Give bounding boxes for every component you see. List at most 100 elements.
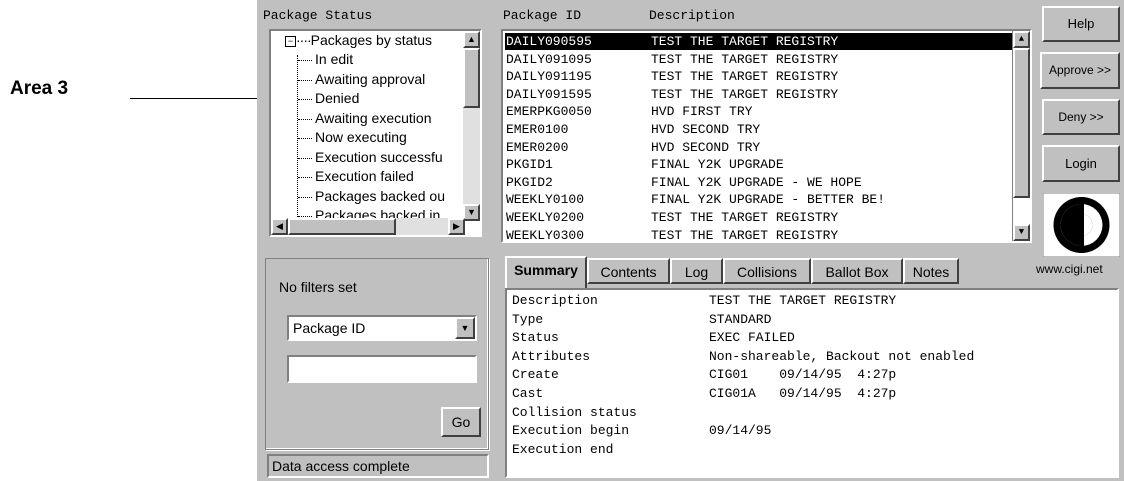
tree-horizontal-scrollbar[interactable]: ◀ ▶: [271, 218, 465, 235]
summary-value: CIG01A 09/14/95 4:27p: [709, 386, 897, 401]
summary-label: Attributes: [512, 348, 591, 364]
package-row[interactable]: DAILY090595 TEST THE TARGET REGISTRY: [505, 33, 1012, 50]
package-row[interactable]: WEEKLY0300 TEST THE TARGET REGISTRY: [505, 227, 1012, 243]
package-id: EMERPKG0050: [506, 104, 592, 120]
cigi-logo-icon: [1042, 192, 1121, 258]
summary-label: Cast: [512, 386, 544, 401]
help-button[interactable]: Help: [1042, 6, 1120, 42]
tree-item[interactable]: In edit: [315, 51, 353, 67]
filter-panel: No filters set Package ID ▼ Go: [265, 258, 489, 450]
tab-ballot-box[interactable]: Ballot Box: [811, 258, 903, 284]
package-id: EMER0200: [506, 139, 569, 155]
tree-item[interactable]: Denied: [315, 90, 359, 106]
package-status-tree[interactable]: − ····Packages by status In edit Awaiting …: [269, 29, 482, 237]
scroll-down-icon[interactable]: ▼: [463, 204, 480, 221]
tree-branch-line: [298, 118, 312, 120]
package-description: FINAL Y2K UPGRADE - BETTER BE!: [651, 192, 886, 208]
tab-collisions[interactable]: Collisions: [723, 258, 811, 284]
package-id: PKGID1: [506, 157, 553, 173]
summary-value: EXEC FAILED: [709, 330, 795, 346]
package-description: FINAL Y2K UPGRADE - WE HOPE: [651, 174, 862, 190]
package-description: TEST THE TARGET REGISTRY: [651, 210, 839, 225]
filter-status-text: No filters set: [279, 279, 357, 295]
summary-details: Description TEST THE TARGET REGISTRY Type S…: [505, 288, 1119, 478]
tree-item[interactable]: Execution successfu: [315, 149, 443, 165]
package-id: DAILY091595: [506, 86, 592, 102]
tree-item[interactable]: Now executing: [315, 129, 407, 145]
tab-notes[interactable]: Notes: [903, 258, 959, 284]
tree-branch-line: [298, 79, 312, 81]
tree-item[interactable]: Awaiting execution: [315, 110, 431, 126]
package-manager-window: Package Status Package ID Description − ·…: [257, 0, 1124, 481]
package-id: WEEKLY0300: [506, 227, 585, 243]
summary-label: Type: [512, 311, 544, 327]
area-3-callout: Area 3: [10, 78, 69, 99]
filter-value-input[interactable]: [287, 355, 477, 383]
package-row[interactable]: WEEKLY0100 FINAL Y2K UPGRADE - BETTER BE!: [505, 191, 1012, 208]
tree-root[interactable]: − ····Packages by status: [285, 32, 432, 48]
chevron-down-icon[interactable]: ▼: [455, 317, 475, 339]
filter-field-select[interactable]: Package ID ▼: [287, 315, 477, 341]
package-id-header: Package ID: [503, 8, 582, 23]
status-bar: Data access complete: [267, 454, 489, 478]
cigi-url-text: www.cigi.net: [1036, 262, 1103, 276]
list-vertical-scrollbar[interactable]: ▲ ▼: [1012, 31, 1030, 241]
description-header: Description: [649, 8, 735, 23]
tree-branch-line: [298, 216, 312, 217]
package-id: DAILY091195: [506, 69, 592, 85]
package-row[interactable]: WEEKLY0200 TEST THE TARGET REGISTRY: [505, 209, 1012, 226]
approve-button[interactable]: Approve >>: [1040, 52, 1120, 89]
scroll-left-icon[interactable]: ◀: [271, 218, 288, 235]
package-description: TEST THE TARGET REGISTRY: [651, 69, 839, 85]
tree-branch-line: [298, 138, 312, 139]
package-description: HVD FIRST TRY: [651, 104, 753, 120]
scroll-right-icon[interactable]: ▶: [448, 218, 465, 235]
package-list[interactable]: DAILY090595 TEST THE TARGET REGISTRY DAILY…: [501, 29, 1032, 243]
package-row[interactable]: PKGID2 FINAL Y2K UPGRADE - WE HOPE: [505, 174, 1012, 191]
deny-button[interactable]: Deny >>: [1042, 99, 1120, 135]
package-id: WEEKLY0200: [506, 210, 585, 225]
summary-label: Status: [512, 330, 559, 346]
summary-label: Create: [512, 367, 559, 383]
filter-field-value: Package ID: [293, 320, 366, 336]
package-row[interactable]: EMER0100 HVD SECOND TRY: [505, 121, 1012, 138]
tree-branch-line: [298, 60, 312, 61]
list-scroll-down-icon[interactable]: ▼: [1013, 224, 1030, 241]
summary-value: Non-shareable, Backout not enabled: [709, 348, 975, 364]
package-id: DAILY090595: [506, 34, 592, 49]
package-row[interactable]: PKGID1 FINAL Y2K UPGRADE: [505, 156, 1012, 173]
list-scroll-up-icon[interactable]: ▲: [1013, 31, 1030, 48]
tree-vertical-scrollbar[interactable]: ▲ ▼: [463, 31, 480, 221]
package-status-header: Package Status: [263, 8, 373, 23]
package-id: EMER0100: [506, 122, 569, 137]
summary-label: Execution begin: [512, 423, 630, 439]
package-id: DAILY091095: [506, 51, 592, 67]
tab-contents[interactable]: Contents: [587, 258, 670, 284]
cigi-logo: [1042, 192, 1121, 258]
package-description: HVD SECOND TRY: [651, 139, 761, 155]
summary-label: Execution end: [512, 441, 614, 457]
package-row[interactable]: DAILY091095 TEST THE TARGET REGISTRY: [505, 51, 1012, 68]
package-row[interactable]: EMERPKG0050 HVD FIRST TRY: [505, 103, 1012, 120]
tab-log[interactable]: Log: [670, 258, 723, 284]
tree-item[interactable]: Execution failed: [315, 168, 414, 184]
list-scroll-thumb[interactable]: [1013, 48, 1030, 198]
package-id: WEEKLY0100: [506, 192, 585, 208]
package-row[interactable]: DAILY091195 TEST THE TARGET REGISTRY: [505, 68, 1012, 85]
login-button[interactable]: Login: [1042, 145, 1120, 182]
package-row[interactable]: DAILY091595 TEST THE TARGET REGISTRY: [505, 86, 1012, 103]
scroll-up-icon[interactable]: ▲: [463, 31, 480, 48]
package-row[interactable]: EMER0200 HVD SECOND TRY: [505, 139, 1012, 156]
package-description: TEST THE TARGET REGISTRY: [651, 86, 839, 102]
tab-summary[interactable]: Summary: [505, 256, 587, 288]
tree-branch-line: [298, 99, 312, 100]
tree-item[interactable]: Packages backed ou: [315, 188, 445, 204]
tree-scroll-thumb[interactable]: [463, 48, 480, 108]
tree-hscroll-thumb[interactable]: [288, 218, 396, 235]
summary-value: 09/14/95: [709, 423, 772, 439]
collapse-icon[interactable]: −: [285, 36, 296, 47]
package-description: TEST THE TARGET REGISTRY: [651, 227, 839, 243]
tree-branch-line: [298, 196, 312, 198]
go-button[interactable]: Go: [441, 407, 481, 437]
tree-item[interactable]: Awaiting approval: [315, 71, 425, 87]
